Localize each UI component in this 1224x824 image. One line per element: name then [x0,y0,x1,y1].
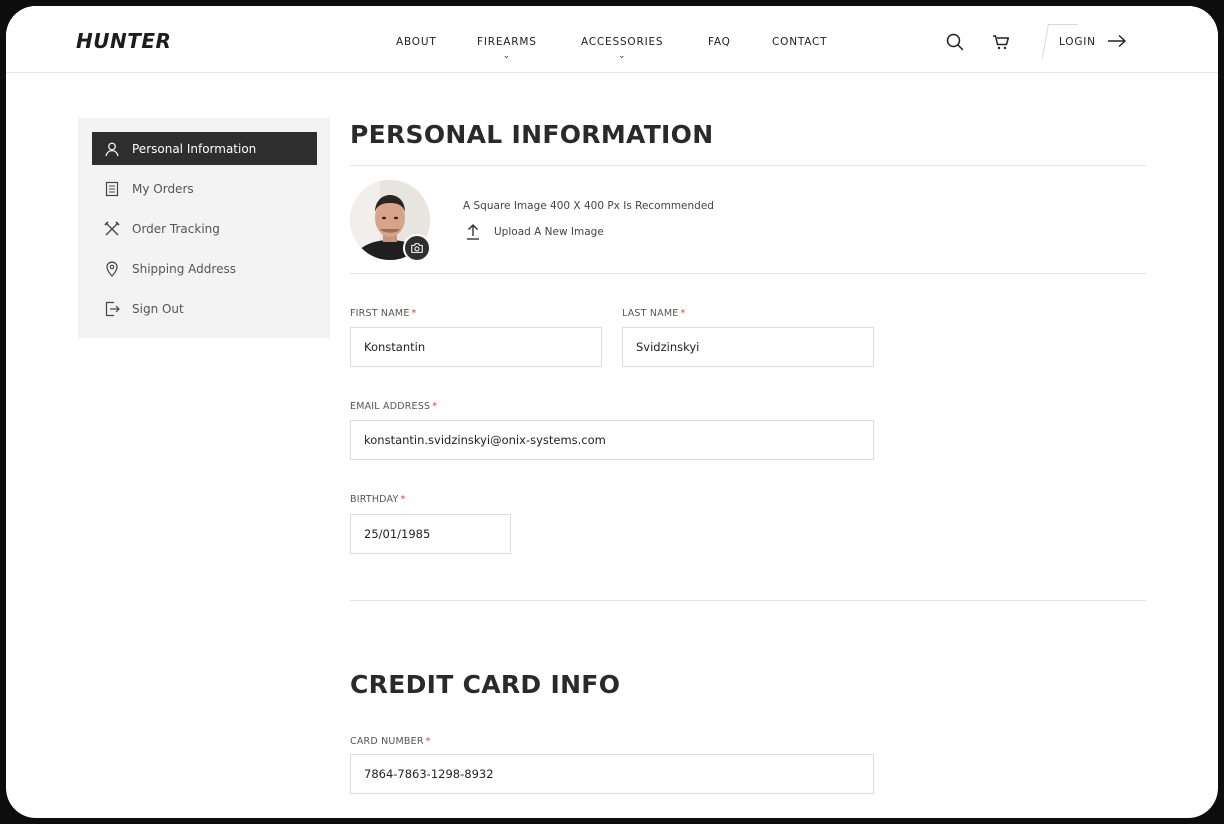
birthday-label: BIRTHDAY * [350,494,405,505]
upload-icon [467,224,479,240]
required-marker: * [411,308,417,319]
email-label-text: EMAIL ADDRESS [350,401,431,412]
card-number-label-text: CARD NUMBER [350,736,424,747]
camera-icon[interactable] [403,234,431,262]
sidebar-item-sign-out[interactable]: Sign Out [92,292,317,325]
required-marker: * [680,308,686,319]
required-marker: * [425,736,431,747]
last-name-field[interactable] [622,327,874,367]
email-label: EMAIL ADDRESS * [350,401,437,412]
image-size-hint: A Square Image 400 X 400 Px Is Recommend… [463,200,714,212]
page-title: PERSONAL INFORMATION [350,120,714,149]
brand-logo[interactable]: HUNTER [76,29,171,53]
required-marker: * [432,401,438,412]
upload-label: Upload A New Image [494,226,604,238]
map-pin-icon [104,260,120,277]
sidebar-item-personal-information[interactable]: Personal Information [92,132,317,165]
divider [350,600,1146,601]
user-icon [104,141,120,157]
sidebar-item-label: Personal Information [132,141,257,156]
divider [350,165,1146,166]
sidebar-item-order-tracking[interactable]: Order Tracking [92,212,317,245]
first-name-label: FIRST NAME * [350,308,416,319]
birthday-label-text: BIRTHDAY [350,494,399,505]
first-name-field[interactable] [350,327,602,367]
card-number-field[interactable] [350,754,874,794]
card-number-label: CARD NUMBER * [350,736,431,747]
sidebar-item-my-orders[interactable]: My Orders [92,172,317,205]
last-name-label: LAST NAME * [622,308,685,319]
divider [350,273,1146,274]
upload-image-button[interactable]: Upload A New Image [464,223,604,241]
account-sidebar: Personal Information My Orders Order Tra… [78,118,330,338]
first-name-label-text: FIRST NAME [350,308,410,319]
sidebar-item-shipping-address[interactable]: Shipping Address [92,252,317,285]
sidebar-item-label: Order Tracking [132,221,220,236]
document-icon [104,181,120,197]
sidebar-item-label: Shipping Address [132,261,236,276]
sign-out-icon [104,301,120,317]
required-marker: * [400,494,406,505]
credit-card-title: CREDIT CARD INFO [350,670,621,699]
last-name-label-text: LAST NAME [622,308,679,319]
main-content: PERSONAL INFORMATION A Square Image 400 … [350,6,1146,818]
birthday-field[interactable] [350,514,511,554]
crossed-tools-icon [104,220,120,237]
email-field[interactable] [350,420,874,460]
sidebar-item-label: Sign Out [132,301,184,316]
sidebar-item-label: My Orders [132,181,194,196]
app-window: HUNTER ABOUT FIREARMS ⌄ ACCESSORIES ⌄ FA… [6,6,1218,818]
